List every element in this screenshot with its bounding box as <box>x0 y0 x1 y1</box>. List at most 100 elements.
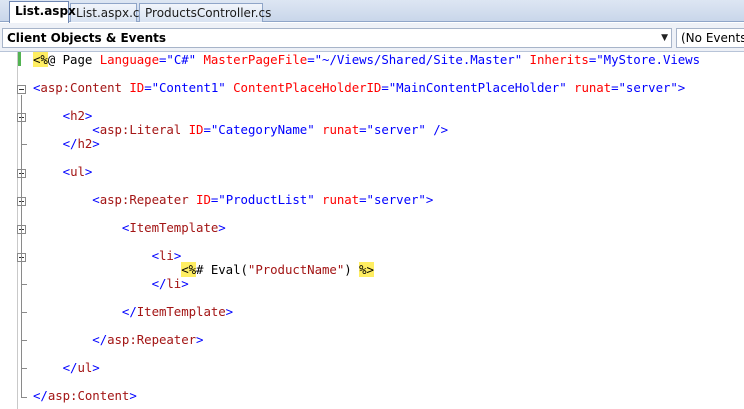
outline-guide <box>21 95 22 398</box>
code-token: ItemTemplate <box>136 304 226 319</box>
code-token: ID <box>188 122 204 137</box>
code-token: h2 <box>70 108 85 123</box>
code-token: > <box>425 192 434 207</box>
code-token: asp:Repeater <box>99 192 189 207</box>
code-delimiter: <% <box>181 262 197 277</box>
code-token: > <box>218 220 226 235</box>
code-line: </li> <box>33 276 189 291</box>
code-token: asp:Repeater <box>107 332 197 347</box>
code-token: asp:Content <box>47 388 130 403</box>
code-line: <%# Eval("ProductName") %> <box>33 262 374 277</box>
code-token: ContentPlaceHolderID <box>233 80 382 95</box>
code-token: < <box>92 192 100 207</box>
code-line: </h2> <box>33 136 100 151</box>
code-line: <asp:Content ID="Content1" ContentPlaceH… <box>33 80 685 95</box>
code-delimiter: %> <box>359 262 374 277</box>
code-line: </asp:Repeater> <box>33 332 203 347</box>
code-token: "server" <box>618 80 678 95</box>
code-line: </ul> <box>33 360 100 375</box>
code-token: "server" <box>366 122 426 137</box>
code-token: < <box>62 164 71 179</box>
code-token: > <box>173 248 182 263</box>
outline-end-tick <box>21 312 27 313</box>
code-token: runat <box>322 122 360 137</box>
code-token: @ Page <box>47 52 100 67</box>
code-line: </asp:Content> <box>33 388 137 403</box>
code-token: = <box>144 80 152 95</box>
code-token: "server" <box>366 192 426 207</box>
code-token: = <box>203 122 211 137</box>
code-token: asp:Literal <box>99 122 182 137</box>
code-token: > <box>92 136 100 151</box>
code-token: MasterPageFile <box>203 52 308 67</box>
code-token: ul <box>70 164 85 179</box>
client-objects-dropdown-label: Client Objects & Events <box>7 31 167 45</box>
code-token: "MainContentPlaceHolder" <box>388 80 567 95</box>
code-token: = <box>611 80 619 95</box>
outline-end-tick <box>21 144 27 145</box>
navigation-bar: Client Objects & Events ▼ (No Events) <box>0 23 744 52</box>
code-token: = <box>381 80 389 95</box>
outline-end-tick <box>21 397 27 398</box>
code-line: </ItemTemplate> <box>33 304 233 319</box>
outline-end-tick <box>21 284 27 285</box>
code-token: /> <box>433 122 449 137</box>
code-token: ID <box>129 80 145 95</box>
code-token: Inherits <box>529 52 589 67</box>
client-objects-dropdown[interactable]: Client Objects & Events ▼ <box>2 28 672 48</box>
code-token: "ProductName" <box>247 262 345 277</box>
code-token: </ <box>62 360 78 375</box>
code-token: > <box>225 304 234 319</box>
collapse-icon[interactable] <box>17 85 26 94</box>
code-line: <h2> <box>33 108 93 123</box>
code-token: "Content1" <box>151 80 226 95</box>
code-token: </ <box>121 304 137 319</box>
code-token: "CategoryName" <box>210 122 315 137</box>
code-editor[interactable]: <%@ Page Language="C#" MasterPageFile="~… <box>0 52 744 409</box>
code-token: > <box>84 164 93 179</box>
code-token: "ProductList" <box>218 192 315 207</box>
tab-list-aspx[interactable]: List.aspx <box>9 1 76 23</box>
code-token: </ <box>151 276 167 291</box>
code-token: li <box>166 276 182 291</box>
code-line: <asp:Literal ID="CategoryName" runat="se… <box>33 122 448 137</box>
change-marker <box>18 52 21 66</box>
code-line: <ul> <box>33 164 93 179</box>
outline-end-tick <box>21 340 27 341</box>
code-token: = <box>359 122 367 137</box>
events-dropdown[interactable]: (No Events) <box>676 28 744 48</box>
code-token: > <box>84 108 93 123</box>
code-token: runat <box>574 80 612 95</box>
code-token: </ <box>92 332 108 347</box>
code-token: = <box>307 52 315 67</box>
code-token: > <box>196 332 204 347</box>
tab-list-aspx-cs[interactable]: List.aspx.cs <box>70 3 146 22</box>
code-token: > <box>92 360 100 375</box>
code-token: li <box>158 248 174 263</box>
tab-products-controller-cs[interactable]: ProductsController.cs <box>139 3 271 22</box>
code-token: </ <box>33 388 48 403</box>
code-delimiter: <% <box>33 52 48 67</box>
code-line: <ItemTemplate> <box>33 220 226 235</box>
code-token: ItemTemplate <box>129 220 219 235</box>
chevron-down-icon: ▼ <box>661 33 668 43</box>
document-tab-strip: List.aspx List.aspx.cs ProductsControlle… <box>0 0 744 23</box>
code-token: "~/Views/Shared/Site.Master" <box>314 52 523 67</box>
events-dropdown-label: (No Events) <box>681 31 744 45</box>
code-token: # Eval( <box>196 262 248 277</box>
code-token: < <box>151 248 159 263</box>
code-token: </ <box>62 136 78 151</box>
code-token: h2 <box>77 136 93 151</box>
